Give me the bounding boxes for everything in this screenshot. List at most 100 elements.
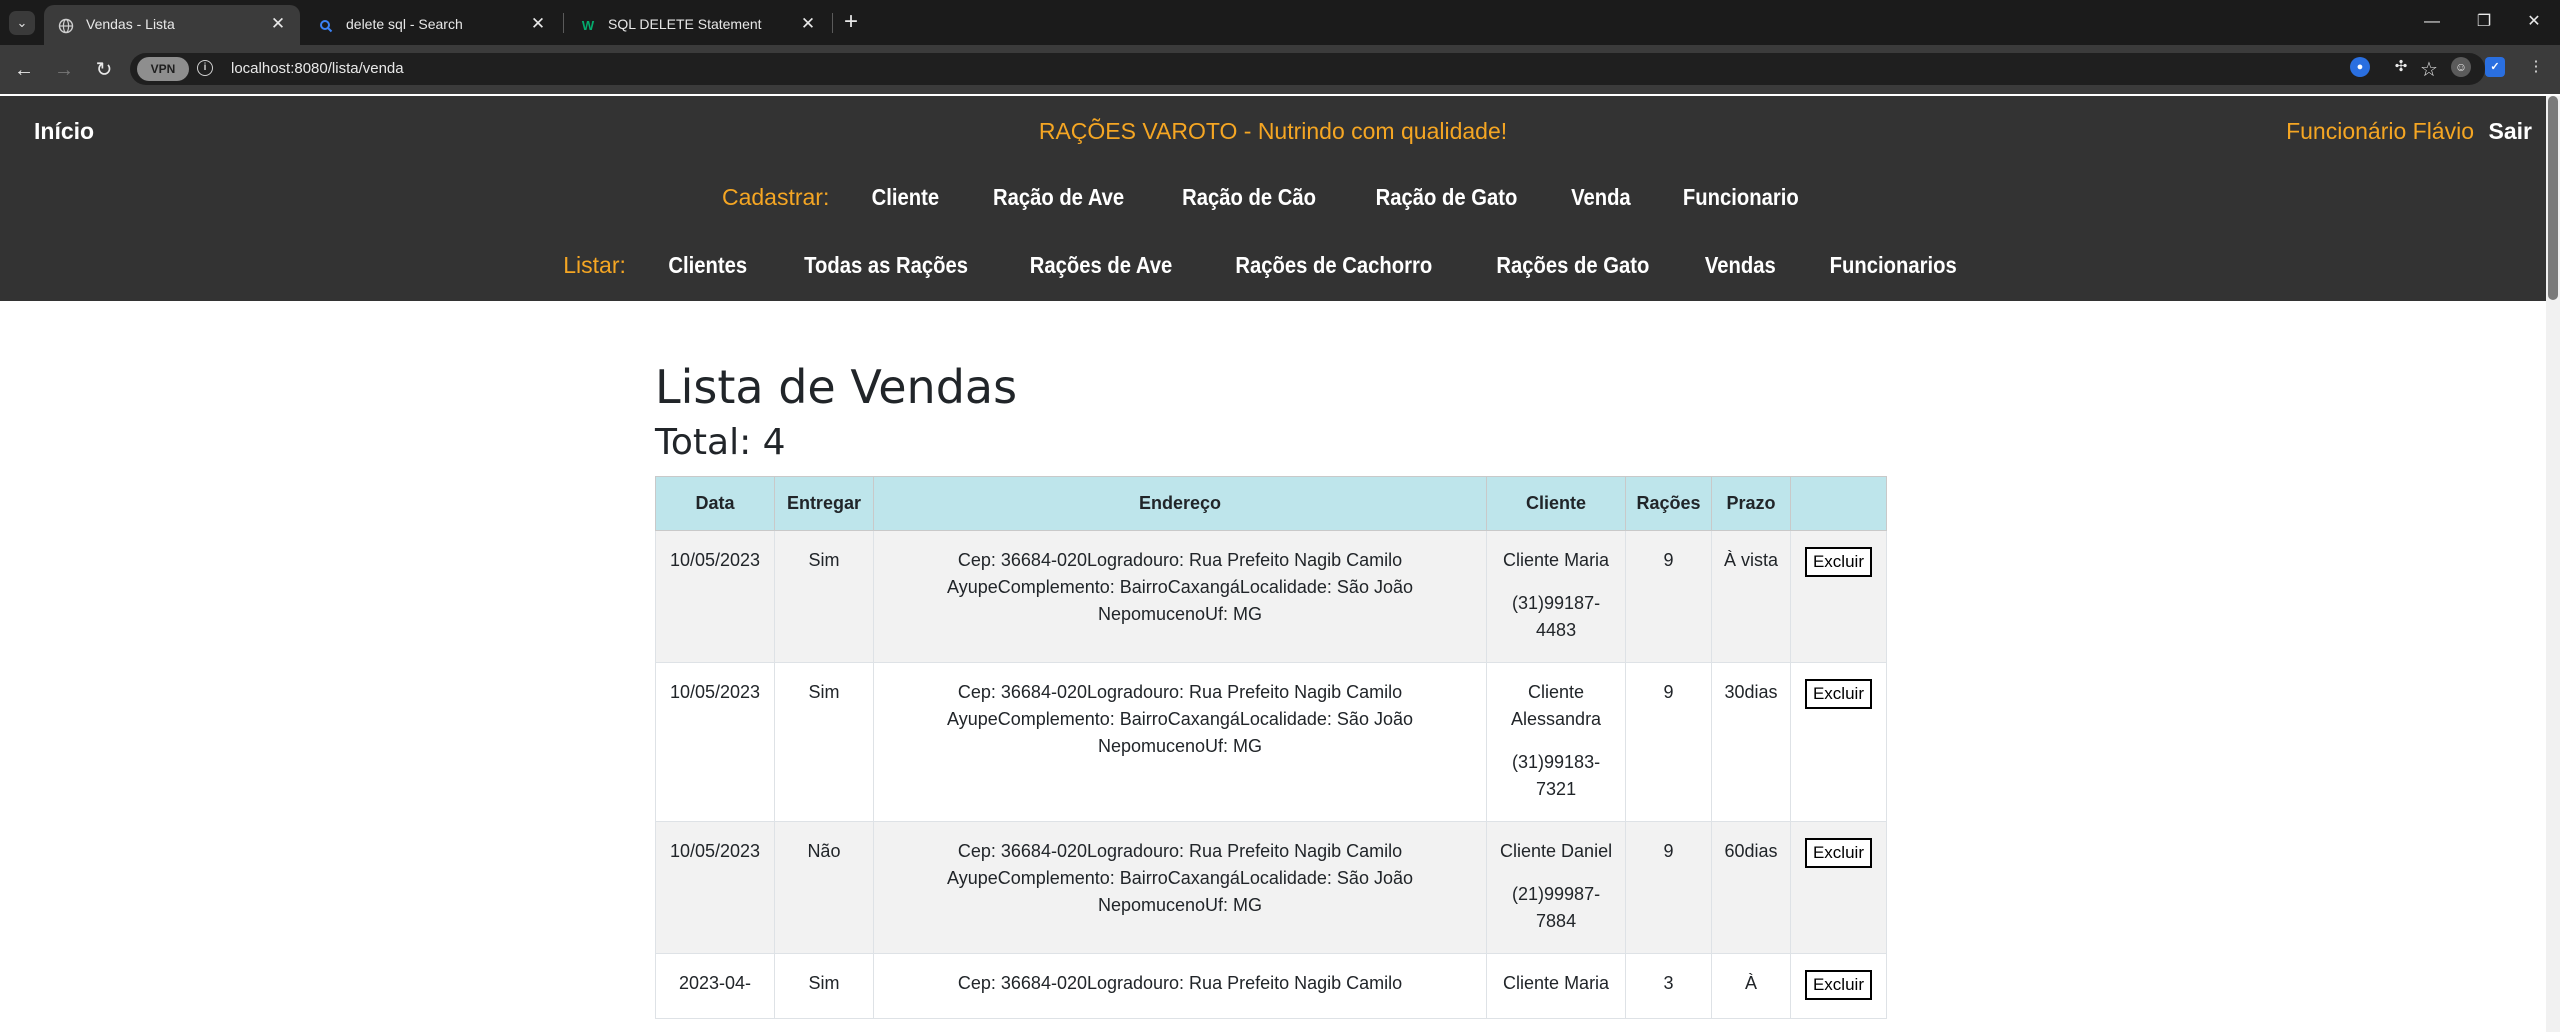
sales-total: Total: 4 — [655, 422, 786, 463]
brand-tagline: RAÇÕES VAROTO - Nutrindo com qualidade! — [1038, 118, 1508, 144]
client-name: Cliente Alessandra — [1511, 682, 1602, 729]
url-text[interactable]: localhost:8080/lista/venda — [231, 60, 404, 77]
browser-tab-strip: ⌄ Vendas - Lista ✕ delete sql - Search ✕… — [0, 0, 2560, 45]
browser-tab[interactable]: W SQL DELETE Statement ✕ — [566, 5, 830, 45]
close-tab-icon[interactable]: ✕ — [268, 14, 288, 34]
listar-vendas-link[interactable]: Vendas — [1705, 252, 1776, 279]
browser-tab[interactable]: delete sql - Search ✕ — [304, 5, 560, 45]
cell-actions: Excluir — [1789, 953, 1888, 1019]
cadastrar-funcionario-link[interactable]: Funcionario — [1683, 184, 1799, 211]
logout-link[interactable]: Sair — [2489, 118, 2532, 145]
column-header-cliente: Cliente — [1486, 476, 1627, 531]
client-name: Cliente Daniel — [1500, 841, 1613, 861]
column-header-racoes: Rações — [1625, 476, 1712, 531]
tab-title: delete sql - Search — [346, 16, 463, 32]
cadastrar-venda-link[interactable]: Venda — [1571, 184, 1631, 211]
tab-separator — [832, 13, 833, 33]
close-tab-icon[interactable]: ✕ — [528, 14, 548, 34]
scrollbar-thumb[interactable] — [2548, 96, 2558, 300]
tab-title: Vendas - Lista — [86, 16, 175, 32]
cell-endereco: Cep: 36684-020Logradouro: Rua Prefeito N… — [872, 662, 1488, 822]
bookmark-star-icon[interactable]: ☆ — [2420, 57, 2438, 82]
cell-entregar: Não — [773, 821, 874, 954]
cell-cliente: Cliente Alessandra (31)99183-7321 — [1486, 662, 1627, 822]
w3schools-icon: W — [581, 18, 595, 33]
tab-title: SQL DELETE Statement — [608, 16, 762, 32]
cadastrar-menu: Cadastrar: Cliente Ração de Ave Ração de… — [0, 184, 2546, 211]
minimize-icon[interactable]: — — [2410, 9, 2454, 35]
browser-toolbar: ← → ↻ VPN i localhost:8080/lista/venda ☆… — [0, 45, 2560, 94]
cell-cliente: Cliente Maria (31)99187-4483 — [1486, 530, 1627, 663]
cadastrar-cliente-link[interactable]: Cliente — [871, 184, 938, 211]
cell-racoes: 9 — [1625, 821, 1712, 954]
client-name: Cliente Maria — [1503, 550, 1610, 570]
restore-icon[interactable]: ❐ — [2462, 9, 2506, 35]
listar-clientes-link[interactable]: Clientes — [669, 252, 748, 279]
cell-data: 10/05/2023 — [655, 662, 775, 822]
browser-tab-active[interactable]: Vendas - Lista ✕ — [44, 5, 300, 45]
cell-racoes: 3 — [1625, 953, 1712, 1019]
cell-endereco: Cep: 36684-020Logradouro: Rua Prefeito N… — [872, 530, 1488, 663]
cadastrar-label: Cadastrar: — [721, 184, 830, 210]
client-phone: (21)99987-7884 — [1512, 884, 1601, 931]
cell-prazo: 60dias — [1711, 821, 1791, 954]
page-scrollbar[interactable] — [2546, 96, 2560, 1032]
cell-entregar: Sim — [773, 530, 874, 663]
check-extension-icon[interactable]: ✓ — [2485, 57, 2505, 77]
sales-table: Data Entregar Endereço Cliente Rações Pr… — [655, 476, 1888, 1019]
client-phone: (31)99187-4483 — [1512, 593, 1601, 640]
cell-entregar: Sim — [773, 953, 874, 1019]
site-info-icon[interactable]: i — [197, 60, 213, 76]
cell-cliente: Cliente Daniel (21)99987-7884 — [1486, 821, 1627, 954]
cell-actions: Excluir — [1789, 530, 1888, 663]
listar-racoes-cachorro-link[interactable]: Rações de Cachorro — [1236, 252, 1433, 279]
cell-endereco: Cep: 36684-020Logradouro: Rua Prefeito N… — [872, 953, 1488, 1019]
delete-sale-button[interactable]: Excluir — [1804, 679, 1872, 709]
tab-search-chevron-icon[interactable]: ⌄ — [9, 11, 35, 35]
cell-endereco: Cep: 36684-020Logradouro: Rua Prefeito N… — [872, 821, 1488, 954]
back-arrow-icon[interactable]: ← — [9, 55, 39, 85]
forward-arrow-icon[interactable]: → — [49, 55, 79, 85]
tab-separator — [563, 13, 564, 33]
kebab-menu-icon[interactable]: ⋮ — [2526, 57, 2546, 77]
table-row: 10/05/2023 Sim Cep: 36684-020Logradouro:… — [655, 530, 1888, 663]
client-name: Cliente Maria — [1503, 973, 1610, 993]
cell-prazo: À vista — [1711, 530, 1791, 663]
listar-funcionarios-link[interactable]: Funcionarios — [1830, 252, 1957, 279]
table-row: 10/05/2023 Sim Cep: 36684-020Logradouro:… — [655, 662, 1888, 822]
cadastrar-racao-cao-link[interactable]: Ração de Cão — [1182, 184, 1316, 211]
column-header-entregar: Entregar — [773, 476, 874, 531]
cell-racoes: 9 — [1625, 662, 1712, 822]
cadastrar-racao-gato-link[interactable]: Ração de Gato — [1375, 184, 1517, 211]
site-header: Início RAÇÕES VAROTO - Nutrindo com qual… — [0, 96, 2546, 301]
page-title: Lista de Vendas — [655, 360, 1018, 414]
listar-menu: Listar: Clientes Todas as Rações Rações … — [0, 252, 2546, 279]
address-bar[interactable]: VPN i localhost:8080/lista/venda ☆ — [130, 53, 2485, 85]
globe-icon — [58, 18, 74, 34]
table-row: 10/05/2023 Não Cep: 36684-020Logradouro:… — [655, 821, 1888, 954]
vpn-badge[interactable]: VPN — [137, 57, 189, 81]
close-window-icon[interactable]: ✕ — [2512, 9, 2556, 35]
table-header-row: Data Entregar Endereço Cliente Rações Pr… — [655, 476, 1888, 531]
delete-sale-button[interactable]: Excluir — [1804, 838, 1872, 868]
delete-sale-button[interactable]: Excluir — [1804, 547, 1872, 577]
cell-entregar: Sim — [773, 662, 874, 822]
cadastrar-racao-ave-link[interactable]: Ração de Ave — [993, 184, 1124, 211]
client-phone: (31)99183-7321 — [1512, 752, 1601, 799]
cell-data: 2023-04- — [655, 953, 775, 1019]
profile-icon[interactable]: ☺ — [2451, 57, 2471, 77]
column-header-endereco: Endereço — [872, 476, 1488, 531]
delete-sale-button[interactable]: Excluir — [1804, 970, 1872, 1000]
column-header-actions — [1789, 476, 1888, 531]
cell-actions: Excluir — [1789, 821, 1888, 954]
close-tab-icon[interactable]: ✕ — [798, 14, 818, 34]
extensions-puzzle-icon[interactable]: ✣ — [2391, 57, 2411, 77]
listar-todas-racoes-link[interactable]: Todas as Rações — [804, 252, 968, 279]
new-tab-icon[interactable]: + — [838, 9, 864, 35]
listar-racoes-ave-link[interactable]: Rações de Ave — [1029, 252, 1172, 279]
listar-racoes-gato-link[interactable]: Rações de Gato — [1497, 252, 1650, 279]
column-header-data: Data — [655, 476, 775, 531]
extension-shield-icon[interactable]: ● — [2350, 57, 2370, 77]
cell-racoes: 9 — [1625, 530, 1712, 663]
reload-icon[interactable]: ↻ — [89, 55, 119, 85]
